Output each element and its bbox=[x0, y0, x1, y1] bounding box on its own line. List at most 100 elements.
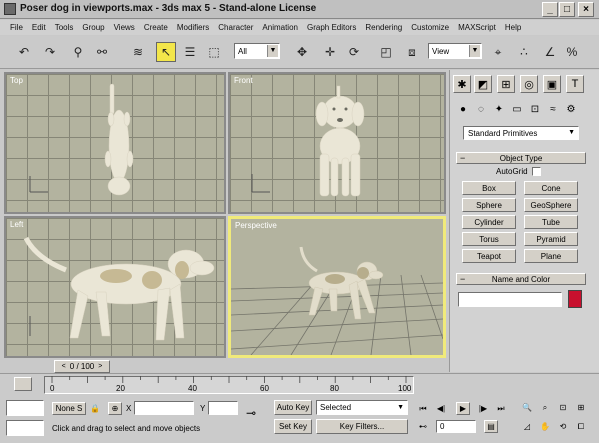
absolute-mode-icon[interactable]: ⊕ bbox=[108, 402, 122, 415]
redo-icon[interactable]: ↷ bbox=[40, 42, 60, 62]
viewport-top[interactable]: Top bbox=[4, 72, 226, 214]
category-dropdown[interactable]: Standard Primitives ▼ bbox=[463, 126, 579, 140]
menu-edit[interactable]: Edit bbox=[32, 23, 46, 32]
zoom-extents-all-icon[interactable]: ⊞ bbox=[574, 401, 588, 414]
time-configuration-icon[interactable]: ▤ bbox=[484, 420, 498, 433]
menu-rendering[interactable]: Rendering bbox=[365, 23, 402, 32]
region-select-icon[interactable]: ⬚ bbox=[204, 42, 224, 62]
space-warps-icon[interactable]: ≈ bbox=[545, 101, 561, 117]
unlink-icon[interactable]: ⚯ bbox=[92, 42, 112, 62]
x-coord-field[interactable] bbox=[134, 401, 194, 415]
teapot-button[interactable]: Teapot bbox=[462, 249, 516, 263]
object-color-swatch[interactable] bbox=[568, 290, 582, 308]
menu-help[interactable]: Help bbox=[505, 23, 521, 32]
app-icon[interactable] bbox=[4, 3, 16, 15]
viewport-perspective[interactable]: Perspective bbox=[228, 216, 446, 358]
hierarchy-tab-icon[interactable]: ⊞ bbox=[497, 75, 515, 93]
play-icon[interactable]: ▶ bbox=[456, 402, 470, 415]
current-frame-field[interactable]: 0 bbox=[436, 420, 476, 433]
object-type-rollout-header[interactable]: − Object Type bbox=[456, 152, 586, 164]
sphere-button[interactable]: Sphere bbox=[462, 198, 516, 212]
viewport-label[interactable]: Perspective bbox=[235, 221, 277, 230]
percent-snap-icon[interactable]: % bbox=[562, 42, 582, 62]
previous-frame-icon[interactable]: ◀| bbox=[434, 402, 448, 415]
selection-filter-dropdown[interactable]: All ▼ bbox=[234, 43, 280, 59]
name-color-rollout-header[interactable]: − Name and Color bbox=[456, 273, 586, 285]
zoom-extents-icon[interactable]: ⊡ bbox=[556, 401, 570, 414]
select-object-icon[interactable]: ↖ bbox=[156, 42, 176, 62]
zoom-icon[interactable]: 🔍 bbox=[520, 401, 534, 414]
autogrid-checkbox[interactable] bbox=[531, 167, 541, 176]
key-filters-button[interactable]: Key Filters... bbox=[316, 419, 408, 434]
menu-views[interactable]: Views bbox=[114, 23, 135, 32]
set-key-button[interactable]: Set Key bbox=[274, 419, 312, 434]
pivot-center-icon[interactable]: ⌖ bbox=[488, 42, 508, 62]
time-slider-thumb[interactable]: < 0 / 100 > bbox=[54, 360, 110, 373]
maximize-viewport-icon[interactable]: ⧠ bbox=[574, 420, 588, 433]
pyramid-button[interactable]: Pyramid bbox=[524, 232, 578, 246]
viewport-left[interactable]: Left bbox=[4, 216, 226, 358]
snap-toggle-icon[interactable]: ∴ bbox=[514, 42, 534, 62]
utilities-tab-icon[interactable]: T bbox=[566, 75, 584, 93]
cone-button[interactable]: Cone bbox=[524, 181, 578, 195]
menu-character[interactable]: Character bbox=[218, 23, 253, 32]
select-and-scale-icon[interactable]: ◰ bbox=[376, 42, 396, 62]
undo-icon[interactable]: ↶ bbox=[14, 42, 34, 62]
y-coord-field[interactable] bbox=[208, 401, 238, 415]
select-by-name-icon[interactable]: ☰ bbox=[180, 42, 200, 62]
systems-icon[interactable]: ⚙ bbox=[563, 101, 579, 117]
next-frame-icon[interactable]: |▶ bbox=[476, 402, 490, 415]
mirror-icon[interactable]: ⧈ bbox=[402, 42, 422, 62]
select-and-manipulate-icon[interactable]: ✥ bbox=[292, 42, 312, 62]
box-button[interactable]: Box bbox=[462, 181, 516, 195]
key-selection-dropdown[interactable]: Selected ▼ bbox=[316, 400, 408, 415]
bind-space-warp-icon[interactable]: ≋ bbox=[128, 42, 148, 62]
lights-icon[interactable]: ✦ bbox=[491, 101, 507, 117]
lock-icon[interactable]: 🔒 bbox=[88, 402, 102, 415]
pan-icon[interactable]: ✋ bbox=[538, 420, 552, 433]
plane-button[interactable]: Plane bbox=[524, 249, 578, 263]
cameras-icon[interactable]: ▭ bbox=[509, 101, 525, 117]
angle-snap-icon[interactable]: ∠ bbox=[540, 42, 560, 62]
go-to-start-icon[interactable]: ⏮ bbox=[416, 402, 430, 415]
menu-group[interactable]: Group bbox=[82, 23, 104, 32]
cylinder-button[interactable]: Cylinder bbox=[462, 215, 516, 229]
menu-file[interactable]: File bbox=[10, 23, 23, 32]
torus-button[interactable]: Torus bbox=[462, 232, 516, 246]
display-tab-icon[interactable]: ▣ bbox=[543, 75, 561, 93]
key-mode-icon[interactable]: ⊸ bbox=[246, 406, 256, 420]
menu-modifiers[interactable]: Modifiers bbox=[177, 23, 209, 32]
motion-tab-icon[interactable]: ◎ bbox=[520, 75, 538, 93]
menu-graph-editors[interactable]: Graph Editors bbox=[307, 23, 356, 32]
track-view-toggle-icon[interactable] bbox=[14, 377, 32, 391]
key-mode-toggle-icon[interactable]: ⊷ bbox=[416, 420, 430, 433]
maximize-button[interactable]: □ bbox=[559, 2, 575, 17]
select-and-rotate-icon[interactable]: ⟳ bbox=[344, 42, 364, 62]
auto-key-button[interactable]: Auto Key bbox=[274, 400, 312, 415]
arc-rotate-icon[interactable]: ⟲ bbox=[556, 420, 570, 433]
select-and-move-icon[interactable]: ✛ bbox=[320, 42, 340, 62]
maxscript-mini-field[interactable] bbox=[6, 420, 44, 436]
tube-button[interactable]: Tube bbox=[524, 215, 578, 229]
field-of-view-icon[interactable]: ◿ bbox=[520, 420, 534, 433]
geosphere-button[interactable]: GeoSphere bbox=[524, 198, 578, 212]
create-tab-icon[interactable]: ✱ bbox=[453, 75, 471, 93]
zoom-all-icon[interactable]: ⌕ bbox=[538, 401, 552, 414]
menu-maxscript[interactable]: MAXScript bbox=[458, 23, 496, 32]
modify-tab-icon[interactable]: ◩ bbox=[474, 75, 492, 93]
maxscript-listener-field[interactable] bbox=[6, 400, 44, 416]
select-link-icon[interactable]: ⚲ bbox=[68, 42, 88, 62]
menu-create[interactable]: Create bbox=[144, 23, 168, 32]
go-to-end-icon[interactable]: ⏭ bbox=[494, 402, 508, 415]
geometry-icon[interactable]: ● bbox=[455, 101, 471, 117]
menu-customize[interactable]: Customize bbox=[411, 23, 449, 32]
helpers-icon[interactable]: ⊡ bbox=[527, 101, 543, 117]
viewport-front[interactable]: Front bbox=[228, 72, 446, 214]
object-name-field[interactable] bbox=[458, 292, 562, 307]
close-button[interactable]: × bbox=[578, 2, 594, 17]
menu-animation[interactable]: Animation bbox=[262, 23, 298, 32]
menu-tools[interactable]: Tools bbox=[55, 23, 74, 32]
shapes-icon[interactable]: ◌ bbox=[473, 101, 489, 117]
minimize-button[interactable]: _ bbox=[542, 2, 558, 17]
reference-coordinate-dropdown[interactable]: View ▼ bbox=[428, 43, 482, 59]
